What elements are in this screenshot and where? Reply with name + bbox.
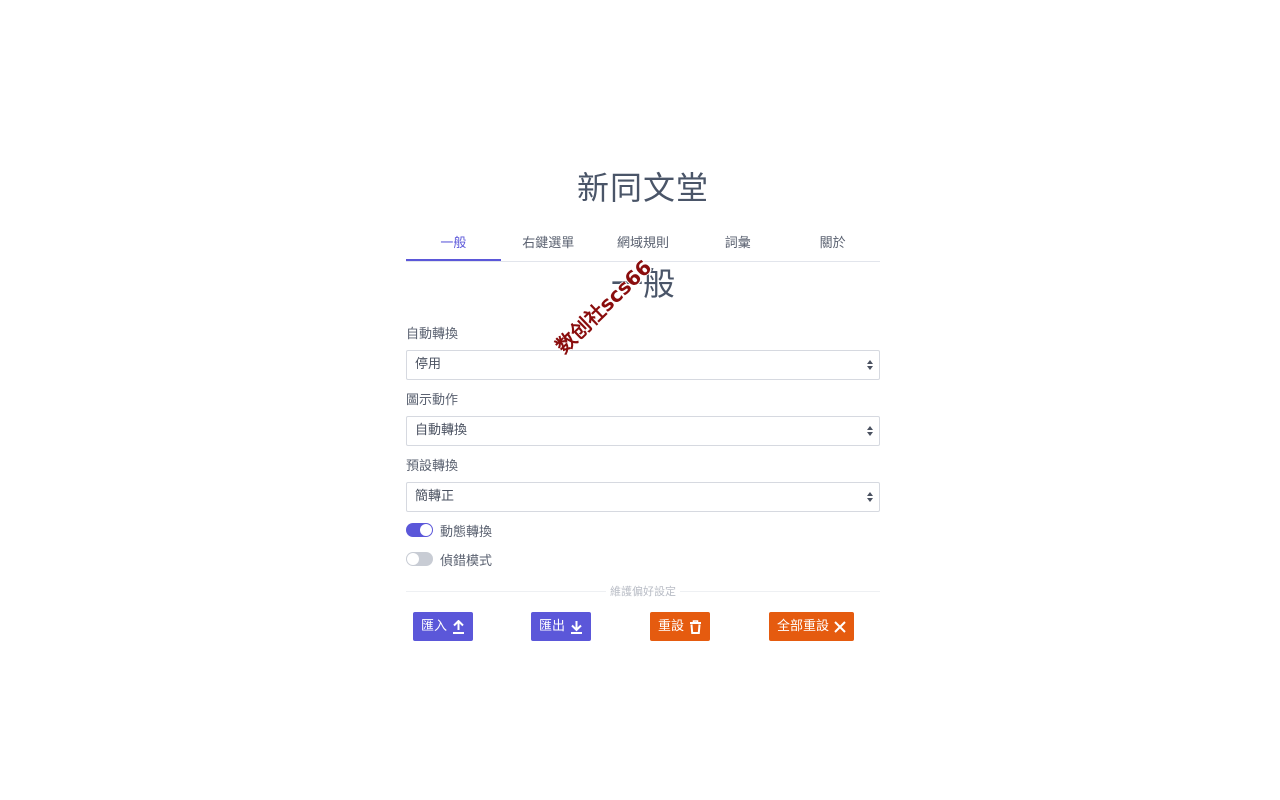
auto-convert-label: 自動轉換 [406, 327, 459, 342]
toggle-knob [420, 524, 432, 536]
select-caret-icon [867, 492, 873, 502]
default-convert-select[interactable]: 簡轉正 [406, 482, 880, 512]
close-icon [834, 620, 846, 633]
select-caret-icon [867, 426, 873, 436]
default-convert-label: 預設轉換 [406, 459, 459, 474]
export-button-label: 匯出 [539, 619, 566, 634]
maintenance-divider: 維護偏好設定 [406, 583, 880, 601]
trash-icon [690, 619, 702, 634]
divider-label: 維護偏好設定 [606, 585, 680, 598]
debug-mode-toggle[interactable] [406, 552, 433, 566]
dynamic-convert-row: 動態轉換 [406, 520, 492, 540]
reset-button[interactable]: 重設 [650, 612, 711, 641]
icon-action-value: 自動轉換 [415, 423, 468, 438]
auto-convert-value: 停用 [415, 357, 442, 372]
export-button[interactable]: 匯出 [531, 612, 592, 641]
upload-icon [453, 619, 465, 634]
icon-action-select[interactable]: 自動轉換 [406, 416, 880, 446]
reset-all-button-label: 全部重設 [777, 619, 830, 634]
import-button[interactable]: 匯入 [413, 612, 474, 641]
download-icon [571, 620, 583, 634]
debug-mode-label: 偵錯模式 [440, 553, 493, 569]
reset-all-button[interactable]: 全部重設 [769, 612, 855, 641]
icon-action-label: 圖示動作 [406, 393, 459, 408]
reset-button-label: 重設 [658, 619, 685, 634]
tab-vocabulary[interactable]: 詞彙 [690, 228, 785, 261]
tab-about[interactable]: 關於 [785, 228, 880, 261]
tab-general[interactable]: 一般 [406, 228, 501, 261]
dynamic-convert-label: 動態轉換 [440, 524, 493, 540]
app-title: 新同文堂 [576, 169, 709, 207]
import-button-label: 匯入 [421, 619, 448, 634]
tab-context-menu[interactable]: 右鍵選單 [501, 228, 596, 261]
default-convert-value: 簡轉正 [415, 489, 455, 504]
select-caret-icon [867, 360, 873, 370]
tab-domain-rules[interactable]: 網域規則 [596, 228, 691, 261]
auto-convert-select[interactable]: 停用 [406, 350, 880, 380]
toggle-knob [407, 553, 419, 565]
dynamic-convert-toggle[interactable] [406, 523, 433, 537]
debug-mode-row: 偵錯模式 [406, 549, 492, 569]
